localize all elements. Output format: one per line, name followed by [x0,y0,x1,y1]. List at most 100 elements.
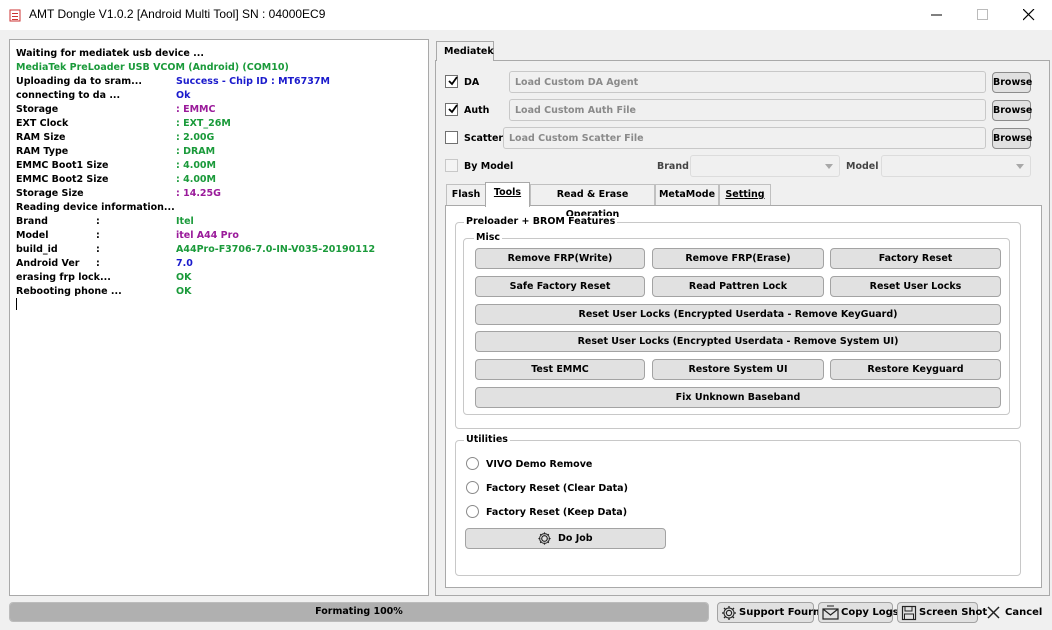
model-label: Model [846,161,879,172]
brand-label: Brand [657,161,689,172]
scatter-label: Scatter [464,133,504,144]
log-value: : EMMC [176,104,216,115]
safe-factory-reset-button[interactable]: Safe Factory Reset [475,276,645,297]
log-separator: : [96,258,100,269]
maximize-button[interactable] [960,0,1006,30]
model-dropdown[interactable] [881,155,1031,177]
fix-unknown-baseband-button[interactable]: Fix Unknown Baseband [475,387,1001,408]
log-line: Reading device information... [16,202,175,213]
radio-vivo-demo-remove[interactable] [466,457,479,470]
remove-frp-write-button[interactable]: Remove FRP(Write) [475,248,645,269]
progress-bar: Formating 100% [9,602,709,622]
log-value: Itel [176,216,194,227]
log-line: Rebooting phone ... [16,286,122,297]
close-icon [987,606,1000,619]
close-button[interactable] [1006,0,1052,30]
log-separator: : [96,230,100,241]
log-line: Storage Size [16,188,84,199]
do-job-button[interactable]: Do Job [465,528,666,549]
chevron-down-icon [825,164,833,169]
gear-icon [722,606,736,620]
tab-tools[interactable]: Tools [485,182,530,207]
by-model-checkbox[interactable] [445,159,458,172]
radio-factory-reset-keep[interactable] [466,505,479,518]
factory-reset-clear-label: Factory Reset (Clear Data) [486,483,628,494]
log-line: Waiting for mediatek usb device ... [16,48,204,59]
floppy-disk-icon [901,605,917,621]
log-value: : 2.00G [176,132,215,143]
text-caret [16,298,17,310]
radio-factory-reset-clear[interactable] [466,481,479,494]
log-line: MediaTek PreLoader USB VCOM (Android) (C… [16,62,289,73]
tab-mediatek[interactable]: Mediatek [436,41,494,61]
screen-shot-button[interactable]: Screen Shot [897,602,987,623]
envelope-icon [822,605,839,620]
log-separator: : [96,244,100,255]
da-label: DA [464,77,480,88]
log-line: build_id [16,244,58,255]
read-pattern-lock-button[interactable]: Read Pattren Lock [652,276,824,297]
reset-locks-remove-keyguard-button[interactable]: Reset User Locks (Encrypted Userdata - R… [475,304,1001,325]
vivo-demo-remove-label: VIVO Demo Remove [486,459,593,470]
log-line: EMMC Boot2 Size [16,174,109,185]
scatter-file-input[interactable]: Load Custom Scatter File [503,127,986,149]
copy-logs-button[interactable]: Copy Logs [818,602,899,623]
auth-checkbox[interactable] [445,103,458,116]
log-value: : EXT_26M [176,118,231,129]
log-value: OK [176,286,192,297]
factory-reset-button[interactable]: Factory Reset [830,248,1001,269]
cancel-button[interactable]: Cancel [982,602,1042,623]
log-line: Uploading da to sram... [16,76,143,87]
tab-setting[interactable]: Setting [719,184,771,205]
log-value: A44Pro-F3706-7.0-IN-V035-20190112 [176,244,376,255]
log-line: Brand [16,216,48,227]
log-line: Model [16,230,49,241]
tab-metamode[interactable]: MetaMode [655,184,719,205]
tab-read-erase[interactable]: Read & Erase Operation [530,184,655,220]
scatter-checkbox[interactable] [445,131,458,144]
tab-tools-label: Tools [493,187,522,198]
utilities-title: Utilities [464,434,510,445]
app-icon [9,8,21,22]
cancel-label: Cancel [1005,607,1043,618]
restore-system-ui-button[interactable]: Restore System UI [652,359,824,380]
by-model-label: By Model [464,161,514,172]
reset-user-locks-button[interactable]: Reset User Locks [830,276,1001,297]
minimize-button[interactable] [914,0,960,30]
log-value: : 4.00M [176,160,216,171]
log-value: Ok [176,90,191,101]
da-browse-button[interactable]: Browse [992,72,1032,93]
check-icon [448,76,458,86]
log-value: 7.0 [176,258,193,269]
log-value: OK [176,272,192,283]
log-value: : 4.00M [176,174,216,185]
factory-reset-keep-label: Factory Reset (Keep Data) [486,507,628,518]
title-bar: AMT Dongle V1.0.2 [Android Multi Tool] S… [0,0,1052,30]
log-line: erasing frp lock... [16,272,111,283]
log-value: : DRAM [176,146,216,157]
gear-icon [538,532,551,545]
misc-title: Misc [474,232,502,243]
log-line: RAM Size [16,132,66,143]
tab-setting-label: Setting [725,189,765,200]
reset-locks-remove-systemui-button[interactable]: Reset User Locks (Encrypted Userdata - R… [475,331,1001,352]
brand-dropdown[interactable] [690,155,840,177]
tab-flash[interactable]: Flash [446,184,486,205]
do-job-label: Do Job [558,533,593,544]
preloader-brom-title: Preloader + BROM Features [464,216,618,227]
auth-browse-button[interactable]: Browse [992,100,1032,121]
check-icon [448,104,458,114]
log-line: connecting to da ... [16,90,121,101]
restore-keyguard-button[interactable]: Restore Keyguard [830,359,1001,380]
da-agent-input[interactable]: Load Custom DA Agent [509,71,986,93]
log-line: Android Ver [16,258,80,269]
support-forum-button[interactable]: Support Fourm [717,602,823,623]
test-emmc-button[interactable]: Test EMMC [475,359,645,380]
da-checkbox[interactable] [445,75,458,88]
copy-logs-label: Copy Logs [841,607,899,618]
window-title: AMT Dongle V1.0.2 [Android Multi Tool] S… [29,7,326,21]
log-value: itel A44 Pro [176,230,239,241]
scatter-browse-button[interactable]: Browse [992,128,1032,149]
remove-frp-erase-button[interactable]: Remove FRP(Erase) [652,248,824,269]
auth-file-input[interactable]: Load Custom Auth File [509,99,986,121]
